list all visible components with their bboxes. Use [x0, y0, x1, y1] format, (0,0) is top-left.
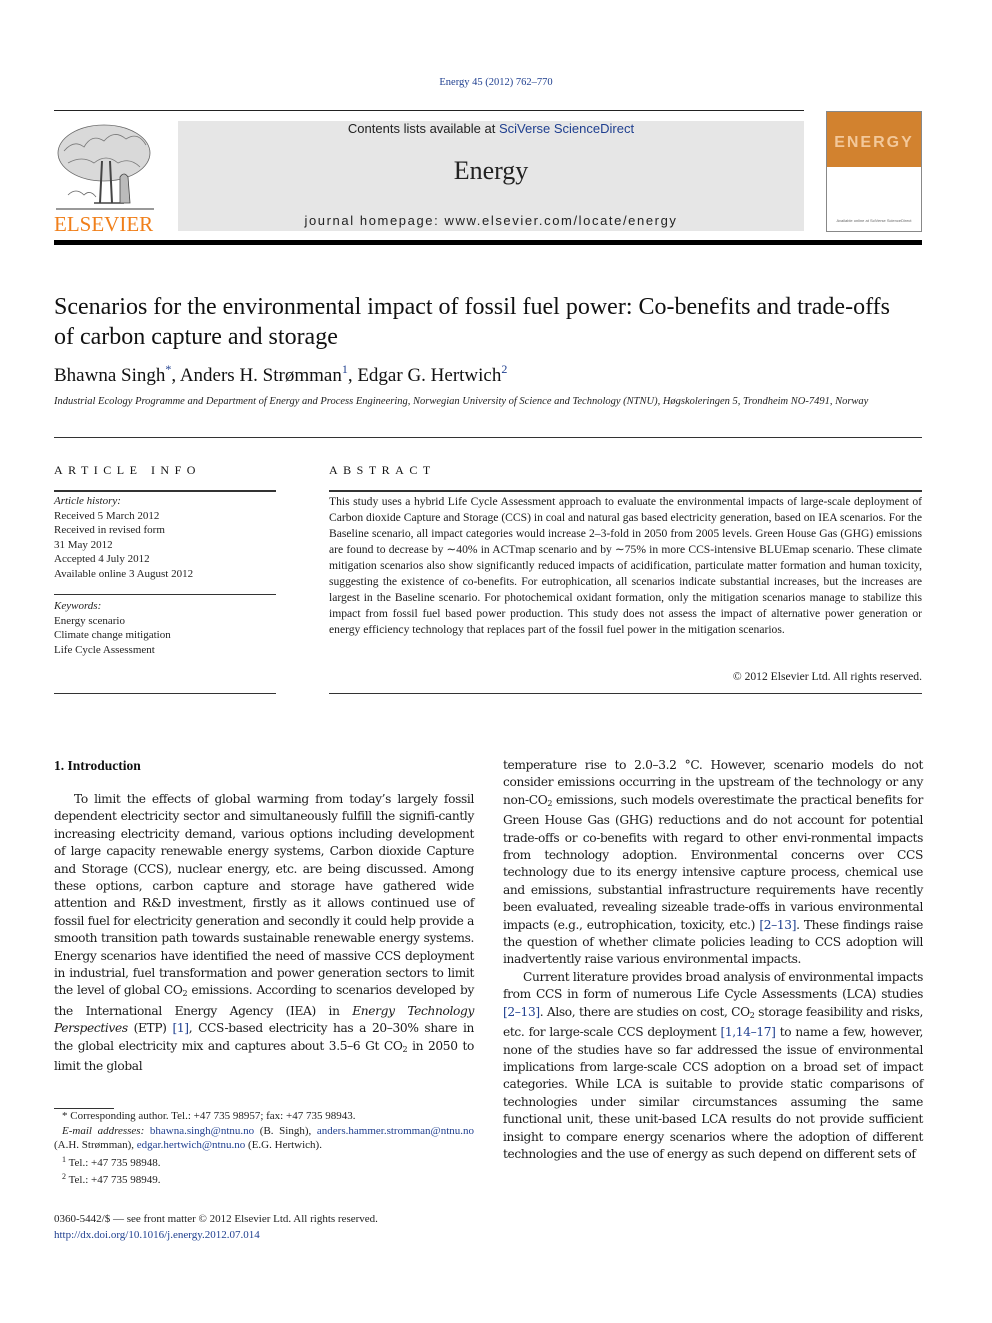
- reference-link[interactable]: [1,14–17]: [720, 1025, 775, 1039]
- body-paragraph: temperature rise to 2.0–3.2 °C. However,…: [503, 758, 924, 967]
- journal-citation-link[interactable]: Energy 45 (2012) 762–770: [0, 77, 992, 88]
- author-list: Bhawna Singh*, Anders H. Strømman1, Edga…: [54, 362, 508, 386]
- corresponding-author-mark[interactable]: *: [165, 362, 171, 376]
- journal-cover-thumbnail: ENERGY Available online at SciVerse Scie…: [826, 111, 922, 232]
- article-info-bottom-rule: [54, 693, 276, 694]
- email-link[interactable]: bhawna.singh@ntnu.no: [150, 1125, 254, 1137]
- footnote-1: 1 Tel.: +47 735 98948.: [62, 1154, 161, 1169]
- abstract-copyright: © 2012 Elsevier Ltd. All rights reserved…: [732, 670, 922, 683]
- contents-availability: Contents lists available at SciVerse Sci…: [178, 121, 804, 136]
- cover-title: ENERGY: [834, 134, 914, 151]
- doi-link[interactable]: http://dx.doi.org/10.1016/j.energy.2012.…: [54, 1229, 260, 1241]
- footnote-corresponding: * Corresponding author. Tel.: +47 735 98…: [62, 1110, 356, 1122]
- journal-banner: Contents lists available at SciVerse Sci…: [178, 121, 804, 231]
- issn-line: 0360-5442/$ — see front matter © 2012 El…: [54, 1213, 378, 1225]
- history-item: 31 May 2012: [54, 538, 113, 551]
- article-history-label: Article history:: [54, 495, 121, 507]
- header-top-rule: [54, 110, 804, 111]
- article-title: Scenarios for the environmental impact o…: [54, 294, 890, 350]
- cover-footer: Available online at SciVerse ScienceDire…: [836, 218, 912, 223]
- header-thick-rule: [54, 240, 922, 245]
- abstract-heading: ABSTRACT: [329, 463, 436, 477]
- abstract-bottom-rule: [329, 693, 922, 694]
- reference-link[interactable]: [2–13]: [759, 918, 796, 932]
- email-link[interactable]: anders.hammer.stromman@ntnu.no: [317, 1125, 474, 1137]
- front-matter: 0360-5442/$ — see front matter © 2012 El…: [54, 1212, 378, 1243]
- history-item: Received 5 March 2012: [54, 509, 160, 522]
- footnote-emails: E-mail addresses: bhawna.singh@ntnu.no (…: [54, 1124, 474, 1152]
- footnote-2: 2 Tel.: +47 735 98949.: [62, 1172, 161, 1187]
- body-column-right: temperature rise to 2.0–3.2 °C. However,…: [503, 757, 923, 1163]
- contents-prefix: Contents lists available at: [347, 121, 499, 136]
- title-divider: [54, 437, 922, 438]
- history-item: Available online 3 August 2012: [54, 567, 194, 580]
- author-affiliation: Industrial Ecology Programme and Departm…: [54, 396, 869, 407]
- journal-homepage[interactable]: journal homepage: www.elsevier.com/locat…: [178, 213, 804, 228]
- email-link[interactable]: edgar.hertwich@ntnu.no: [137, 1139, 246, 1151]
- abstract-text: This study uses a hybrid Life Cycle Asse…: [329, 495, 922, 636]
- author-footnote-mark[interactable]: 1: [342, 362, 348, 376]
- article-info-rule: [54, 490, 276, 492]
- article-info-heading: ARTICLE INFO: [54, 463, 201, 477]
- elsevier-wordmark: ELSEVIER: [54, 212, 154, 236]
- author-name[interactable]: Bhawna Singh: [54, 365, 165, 386]
- sciencedirect-link[interactable]: SciVerse ScienceDirect: [499, 121, 634, 136]
- footnotes: * Corresponding author. Tel.: +47 735 98…: [54, 1109, 474, 1188]
- history-item: Received in revised form: [54, 524, 165, 536]
- body-column-left: To limit the effects of global warming f…: [54, 791, 474, 1076]
- author-footnote-mark[interactable]: 2: [501, 362, 507, 376]
- article-history: Article history: Received 5 March 2012 R…: [54, 494, 276, 581]
- keywords: Keywords: Energy scenario Climate change…: [54, 599, 276, 657]
- history-item: Accepted 4 July 2012: [54, 553, 150, 565]
- keyword-item: Life Cycle Assessment: [54, 643, 155, 656]
- author-name[interactable]: Anders H. Strømman: [180, 365, 342, 386]
- keyword-item: Climate change mitigation: [54, 629, 171, 641]
- reference-link[interactable]: [2–13]: [503, 1005, 540, 1019]
- body-paragraph: Current literature provides broad analys…: [503, 969, 923, 1161]
- keywords-rule: [54, 594, 276, 595]
- section-heading-introduction: 1. Introduction: [54, 758, 141, 773]
- keywords-label: Keywords:: [54, 600, 102, 612]
- body-paragraph: To limit the effects of global warming f…: [54, 792, 474, 1074]
- journal-name: Energy: [453, 156, 529, 185]
- author-name[interactable]: Edgar G. Hertwich: [357, 365, 501, 386]
- reference-link[interactable]: [1]: [172, 1021, 189, 1035]
- abstract-rule: [329, 490, 922, 492]
- keyword-item: Energy scenario: [54, 614, 125, 627]
